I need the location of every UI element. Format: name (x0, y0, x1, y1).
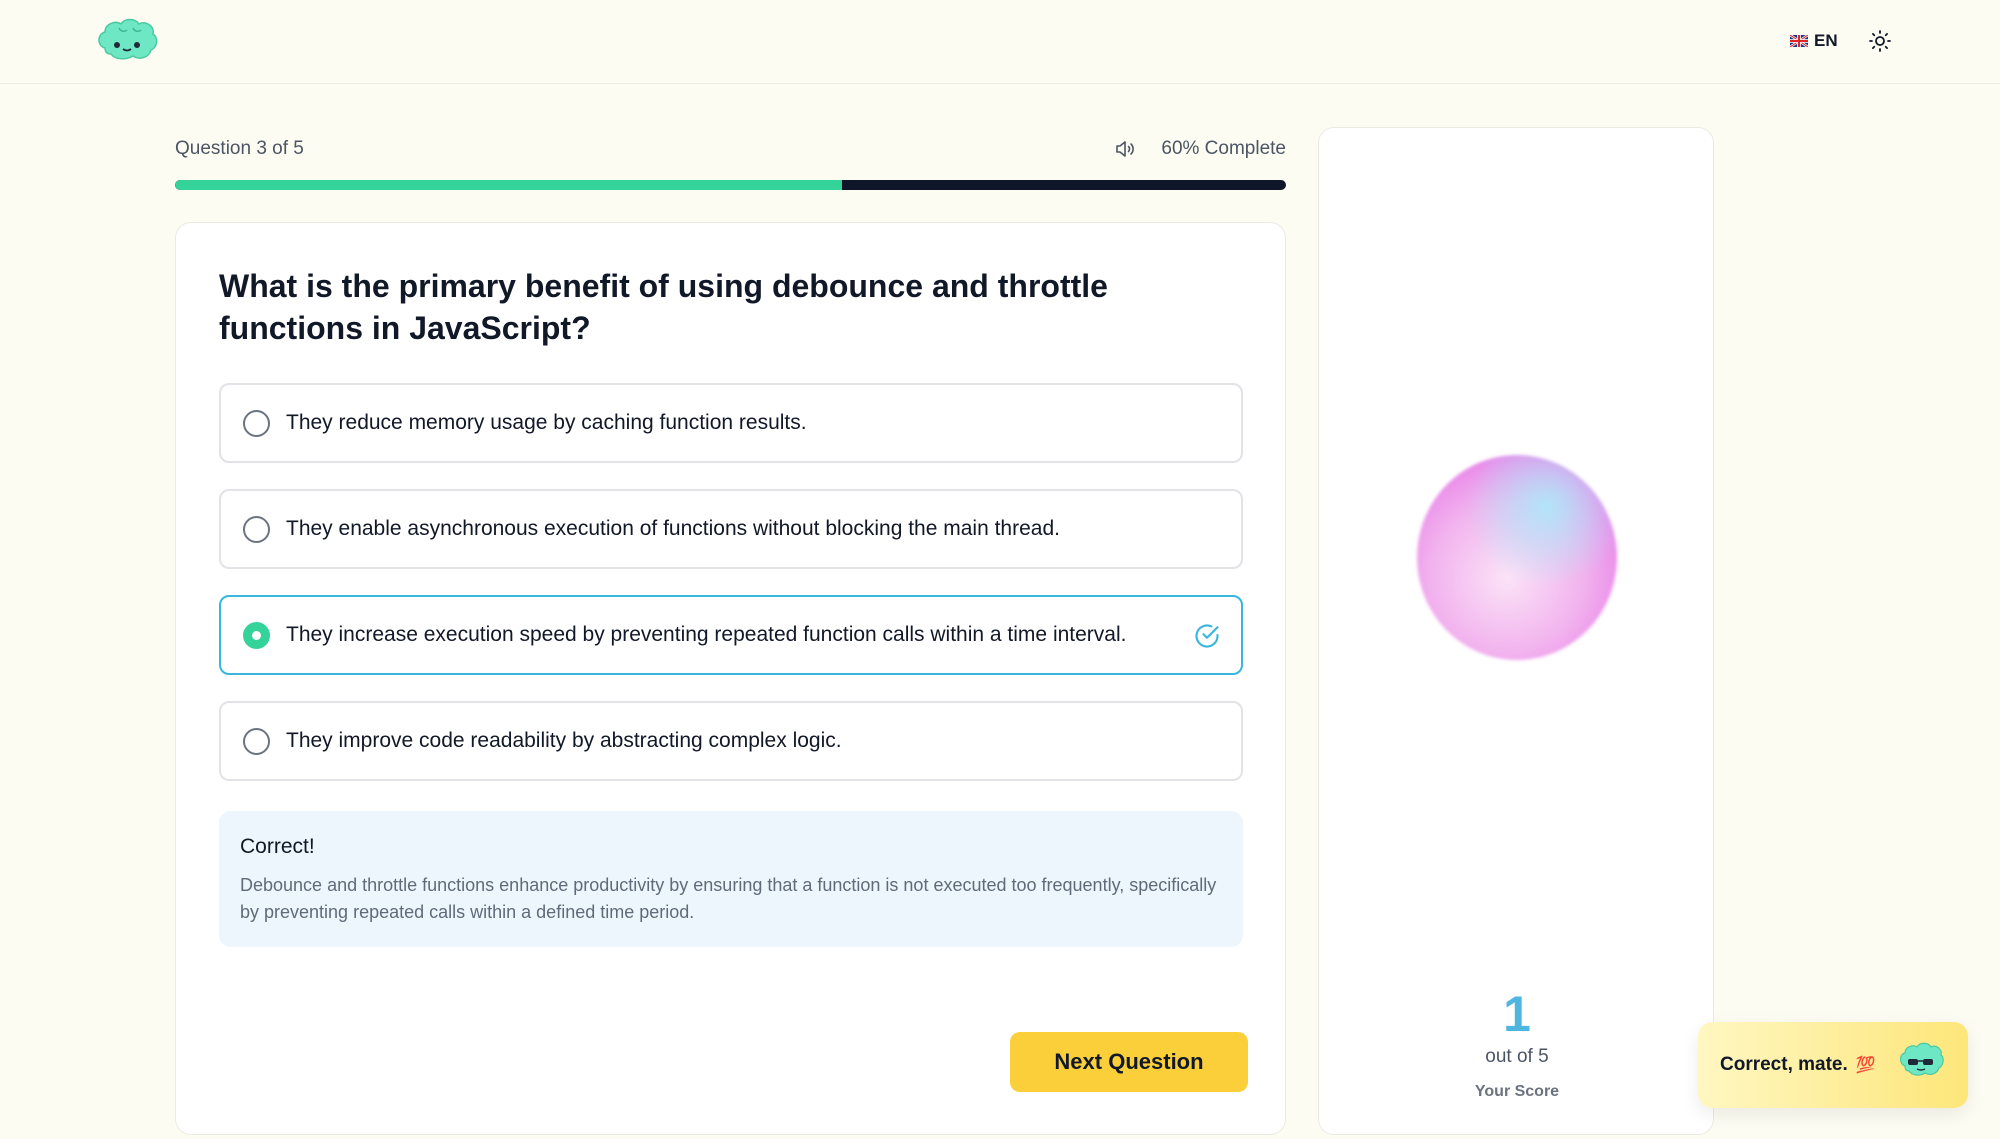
answer-option-4[interactable]: They improve code readability by abstrac… (219, 701, 1243, 781)
radio-button[interactable] (243, 727, 270, 755)
progress-header: Question 3 of 5 60% Complete (175, 136, 1286, 162)
score-card: 1 out of 5 Your Score (1318, 127, 1714, 1135)
brain-mascot-logo-icon[interactable] (95, 18, 159, 60)
next-question-button[interactable]: Next Question (1010, 1032, 1248, 1092)
answer-option-3[interactable]: They increase execution speed by prevent… (219, 595, 1243, 675)
score-value: 1 (1503, 986, 1531, 1042)
answer-option-1[interactable]: They reduce memory usage by caching func… (219, 383, 1243, 463)
gradient-orb (1417, 455, 1617, 660)
sun-icon[interactable] (1868, 29, 1892, 53)
radio-button-checked[interactable] (243, 621, 270, 649)
progress-bar (175, 180, 1286, 190)
radio-button[interactable] (243, 515, 270, 543)
brain-mascot-sunglasses-icon (1899, 1042, 1944, 1076)
radio-button[interactable] (243, 409, 270, 437)
speaker-icon[interactable] (1113, 137, 1137, 161)
language-selector[interactable]: EN (1790, 28, 1838, 54)
quiz-card: What is the primary benefit of using deb… (175, 222, 1286, 1135)
score-total: out of 5 (1485, 1046, 1549, 1067)
hundred-emoji-icon: 💯 (1855, 1057, 1876, 1074)
check-circle-icon (1195, 624, 1219, 648)
answer-option-2[interactable]: They enable asynchronous execution of fu… (219, 489, 1243, 569)
toast-message: Correct, mate. (1720, 1054, 1848, 1075)
answer-option-label: They increase execution speed by prevent… (286, 623, 1127, 646)
uk-flag-icon (1790, 35, 1808, 47)
percent-complete: 60% Complete (1161, 138, 1286, 159)
question-text: What is the primary benefit of using deb… (219, 268, 1108, 346)
feedback-explanation: Debounce and throttle functions enhance … (240, 875, 1217, 922)
header: EN (0, 0, 2000, 84)
answer-option-label: They reduce memory usage by caching func… (286, 411, 807, 434)
score-label: Your Score (1474, 1083, 1560, 1100)
feedback-title: Correct! (240, 835, 315, 858)
progress-bar-fill (175, 180, 842, 190)
language-label: EN (1814, 31, 1838, 50)
correct-toast: Correct, mate. 💯 (1698, 1022, 1968, 1108)
answer-option-label: They improve code readability by abstrac… (286, 729, 842, 752)
question-counter: Question 3 of 5 (175, 138, 304, 159)
answer-option-label: They enable asynchronous execution of fu… (286, 517, 1060, 540)
feedback-panel: Correct! Debounce and throttle functions… (219, 811, 1243, 947)
